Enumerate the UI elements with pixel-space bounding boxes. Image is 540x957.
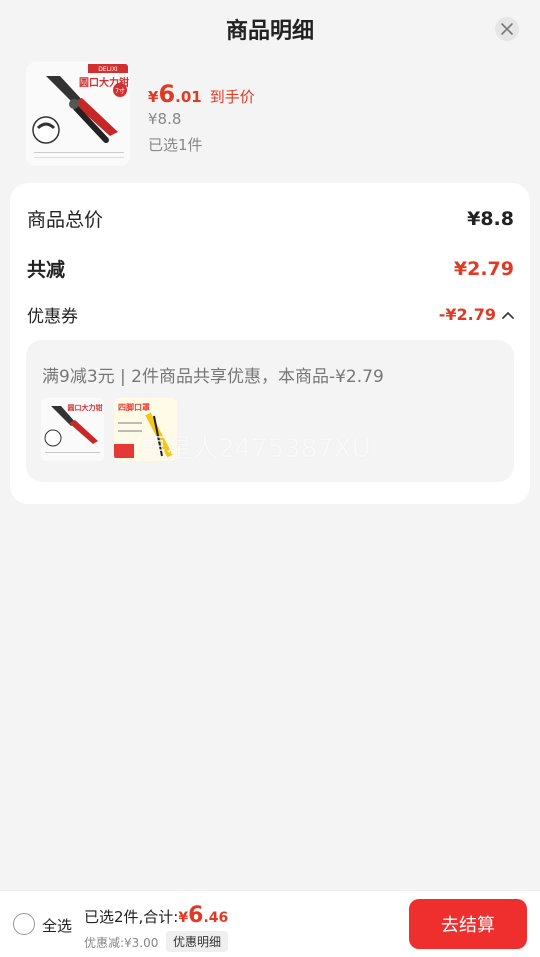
coupon-item-pliers-thumb: 圆口大力钳	[41, 398, 104, 461]
price-currency: ¥	[148, 88, 159, 106]
svg-text:四脚口罩: 四脚口罩	[118, 402, 150, 412]
order-summary: 已选2件,合计: ¥ 6 .46	[84, 903, 228, 928]
radio-unchecked-icon[interactable]	[13, 913, 35, 935]
coupon-value: -¥2.79	[438, 305, 496, 324]
select-all-label[interactable]: 全选	[42, 915, 72, 936]
deal-price: ¥ 6 .01 到手价	[148, 80, 255, 108]
selected-count: 已选1件	[148, 136, 203, 154]
price-decimal: .01	[175, 88, 202, 106]
reduce-row: 共减 ¥2.79	[27, 255, 514, 282]
checkout-bar: 全选 已选2件,合计: ¥ 6 .46 优惠减:¥3.00 优惠明细 去结算	[0, 890, 540, 957]
svg-text:7寸: 7寸	[115, 87, 125, 95]
original-price: ¥8.8	[148, 110, 182, 128]
reduce-value: ¥2.79	[453, 257, 514, 280]
product-image[interactable]: DELIXI 圆口大力钳 7寸	[26, 62, 130, 166]
close-icon	[501, 23, 513, 35]
sum-decimal: .46	[203, 910, 229, 926]
price-tag-label: 到手价	[209, 88, 255, 106]
coupon-label: 优惠券	[27, 307, 78, 327]
reduce-label: 共减	[27, 259, 66, 281]
summary-prefix: 已选2件,合计:	[84, 908, 179, 926]
close-button[interactable]	[495, 17, 519, 41]
sum-currency: ¥	[178, 910, 189, 926]
watermark-text: 要星人2475387XU	[140, 434, 371, 464]
checkout-button[interactable]: 去结算	[409, 899, 527, 949]
chevron-up-icon	[502, 311, 514, 319]
page-title: 商品明细	[225, 19, 314, 44]
coupon-description: 满9减3元 | 2件商品共享优惠，本商品-¥2.79	[42, 367, 384, 387]
discount-detail-button[interactable]: 优惠明细	[166, 931, 229, 952]
coupon-toggle[interactable]: -¥2.79	[439, 305, 514, 324]
discount-note: 优惠减:¥3.00	[84, 936, 159, 950]
total-value: ¥8.8	[467, 207, 514, 230]
sum-integer: 6	[188, 903, 204, 928]
total-label: 商品总价	[27, 209, 104, 231]
svg-text:DELIXI: DELIXI	[98, 66, 118, 73]
svg-text:圆口大力钳: 圆口大力钳	[68, 403, 103, 412]
total-row: 商品总价 ¥8.8	[27, 205, 514, 232]
product-summary: DELIXI 圆口大力钳 7寸 ¥ 6 .01 到手价 ¥8.8 已选1件	[26, 62, 516, 166]
sheet-header: 商品明细	[0, 0, 540, 58]
coupon-row[interactable]: 优惠券 -¥2.79	[27, 302, 514, 327]
pliers-image: DELIXI 圆口大力钳 7寸	[26, 62, 130, 166]
price-integer: 6	[158, 80, 176, 108]
